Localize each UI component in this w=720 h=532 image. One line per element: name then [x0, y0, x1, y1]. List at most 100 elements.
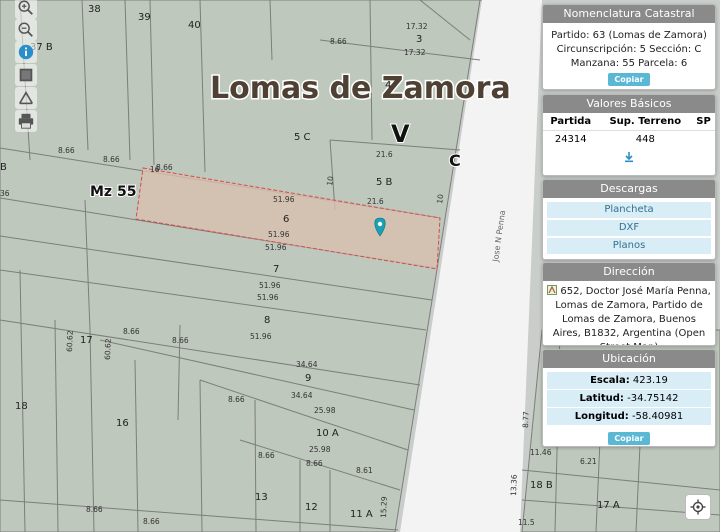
lot-label: 38	[88, 4, 101, 15]
address-text: 652, Doctor José María Penna, Lomas de Z…	[552, 286, 711, 345]
lot-label: 10 A	[316, 428, 339, 439]
panel-title: Ubicación	[543, 350, 715, 368]
escala-label: Escala:	[590, 375, 630, 386]
download-icon[interactable]	[623, 151, 635, 163]
map-pin-icon	[547, 285, 558, 295]
latitud-label: Latitud:	[579, 393, 624, 404]
download-planos-link[interactable]: Planos	[547, 238, 711, 254]
section-v-label: V	[391, 120, 410, 148]
panel-ubicacion: Ubicación Escala: 423.19 Latitud: -34.75…	[542, 349, 716, 447]
dim-label: 6.21	[580, 457, 597, 466]
lot-label: 17	[80, 335, 93, 346]
copy-ubicacion-button[interactable]: Copiar	[608, 432, 650, 445]
measure-button[interactable]	[15, 87, 37, 109]
lot-label: 17 A	[597, 500, 620, 511]
info-icon	[18, 44, 34, 60]
lot-label: 13	[255, 492, 268, 503]
dim-label: 8.66	[258, 451, 275, 460]
locate-button[interactable]	[685, 494, 711, 520]
escala-value: 423.19	[632, 375, 668, 386]
dim-label: 25.98	[314, 406, 336, 415]
dim-label: 51.96	[259, 281, 281, 290]
lot-label: 18	[15, 401, 28, 412]
lot-label: 4	[385, 80, 391, 91]
lot-label: 39	[138, 12, 151, 23]
header-sup-terreno: Sup. Terreno	[598, 113, 693, 131]
dim-label: 8.66	[330, 37, 347, 46]
dim-label: 8.66	[103, 155, 120, 164]
layers-icon	[19, 68, 33, 82]
manzana-label: Mz 55	[90, 184, 136, 200]
lot-label: 6	[283, 214, 289, 225]
dim-label: 51.96	[268, 230, 290, 239]
print-button[interactable]	[15, 110, 37, 132]
dim-label: 8.66	[143, 517, 160, 526]
dim-label: 15.29	[379, 496, 389, 518]
dim-label: 34.64	[296, 360, 318, 369]
print-icon	[18, 113, 34, 129]
download-plancheta-link[interactable]: Plancheta	[547, 202, 711, 218]
panel-descargas: Descargas Plancheta DXF Planos	[542, 179, 716, 260]
layers-button[interactable]	[15, 64, 37, 86]
lot-label: 40	[188, 20, 201, 31]
circunscripcion-line: Circunscripción: 5 Sección: C	[556, 44, 702, 55]
copy-nomenclatura-button[interactable]: Copiar	[608, 73, 650, 86]
dim-label: 60.62	[103, 338, 113, 360]
dim-label: 21.6	[376, 150, 393, 159]
panel-title: Dirección	[543, 263, 715, 281]
escala-row: Escala: 423.19	[547, 372, 711, 389]
dim-label: 11.46	[530, 448, 552, 457]
dim-label: 34.64	[291, 391, 313, 400]
panel-title: Valores Básicos	[543, 95, 715, 113]
lot-label: 11 A	[350, 509, 373, 520]
lot-label: 5 C	[294, 132, 311, 143]
dim-label: 11.5	[518, 518, 535, 527]
dim-label: 51.96	[250, 332, 272, 341]
table-row: 24314 448	[543, 131, 715, 149]
dim-label: 8.66	[172, 336, 189, 345]
longitud-row: Longitud: -58.40981	[547, 408, 711, 425]
lot-label: 3	[416, 34, 422, 45]
dim-label: 16	[150, 165, 160, 174]
zoom-in-icon	[18, 0, 33, 15]
lot-label: 16	[116, 418, 129, 429]
cell-sup-terreno: 448	[635, 134, 655, 145]
dim-label: 13.36	[509, 474, 519, 496]
panel-nomenclatura: Nomenclatura Catastral Partido: 63 (Loma…	[542, 4, 716, 90]
panel-valores-basicos: Valores Básicos Partida Sup. Terreno SP …	[542, 94, 716, 176]
lot-label: B	[0, 162, 7, 173]
dim-label: 21.6	[367, 197, 384, 206]
dim-label: 8.66	[228, 395, 245, 404]
lot-label: 8	[264, 315, 270, 326]
panel-title: Descargas	[543, 180, 715, 198]
download-dxf-link[interactable]: DXF	[547, 220, 711, 236]
lot-label: 7	[273, 264, 279, 275]
valores-table: Partida Sup. Terreno SP 24314 448	[543, 113, 715, 148]
partido-line: Partido: 63 (Lomas de Zamora)	[551, 30, 707, 41]
dim-label: 10	[325, 175, 335, 186]
cell-partida: 24314	[554, 134, 587, 145]
zoom-out-icon	[18, 22, 33, 37]
zoom-out-button[interactable]	[15, 19, 37, 41]
dim-label: 36	[0, 189, 10, 198]
info-button[interactable]	[15, 41, 37, 63]
header-sp: SP	[692, 113, 715, 131]
longitud-label: Longitud:	[574, 411, 629, 422]
dim-label: 8.66	[58, 146, 75, 155]
city-label: Lomas de Zamora	[210, 71, 511, 106]
latitud-value: -34.75142	[627, 393, 679, 404]
dim-label: 51.96	[265, 243, 287, 252]
dim-label: 60.62	[65, 330, 75, 352]
dim-label: 10	[435, 193, 445, 204]
dim-label: 8.66	[86, 505, 103, 514]
dim-label: 8.77	[521, 411, 531, 428]
zoom-in-button[interactable]	[15, 0, 37, 19]
dim-label: 17.32	[406, 22, 428, 31]
dim-label: 25.98	[309, 445, 331, 454]
manzana-line: Manzana: 55 Parcela: 6	[570, 58, 688, 69]
dim-label: 17.32	[404, 48, 426, 57]
cell-sp	[692, 131, 715, 149]
crosshair-icon	[690, 499, 706, 515]
dim-label: 8.66	[306, 459, 323, 468]
longitud-value: -58.40981	[631, 411, 684, 422]
